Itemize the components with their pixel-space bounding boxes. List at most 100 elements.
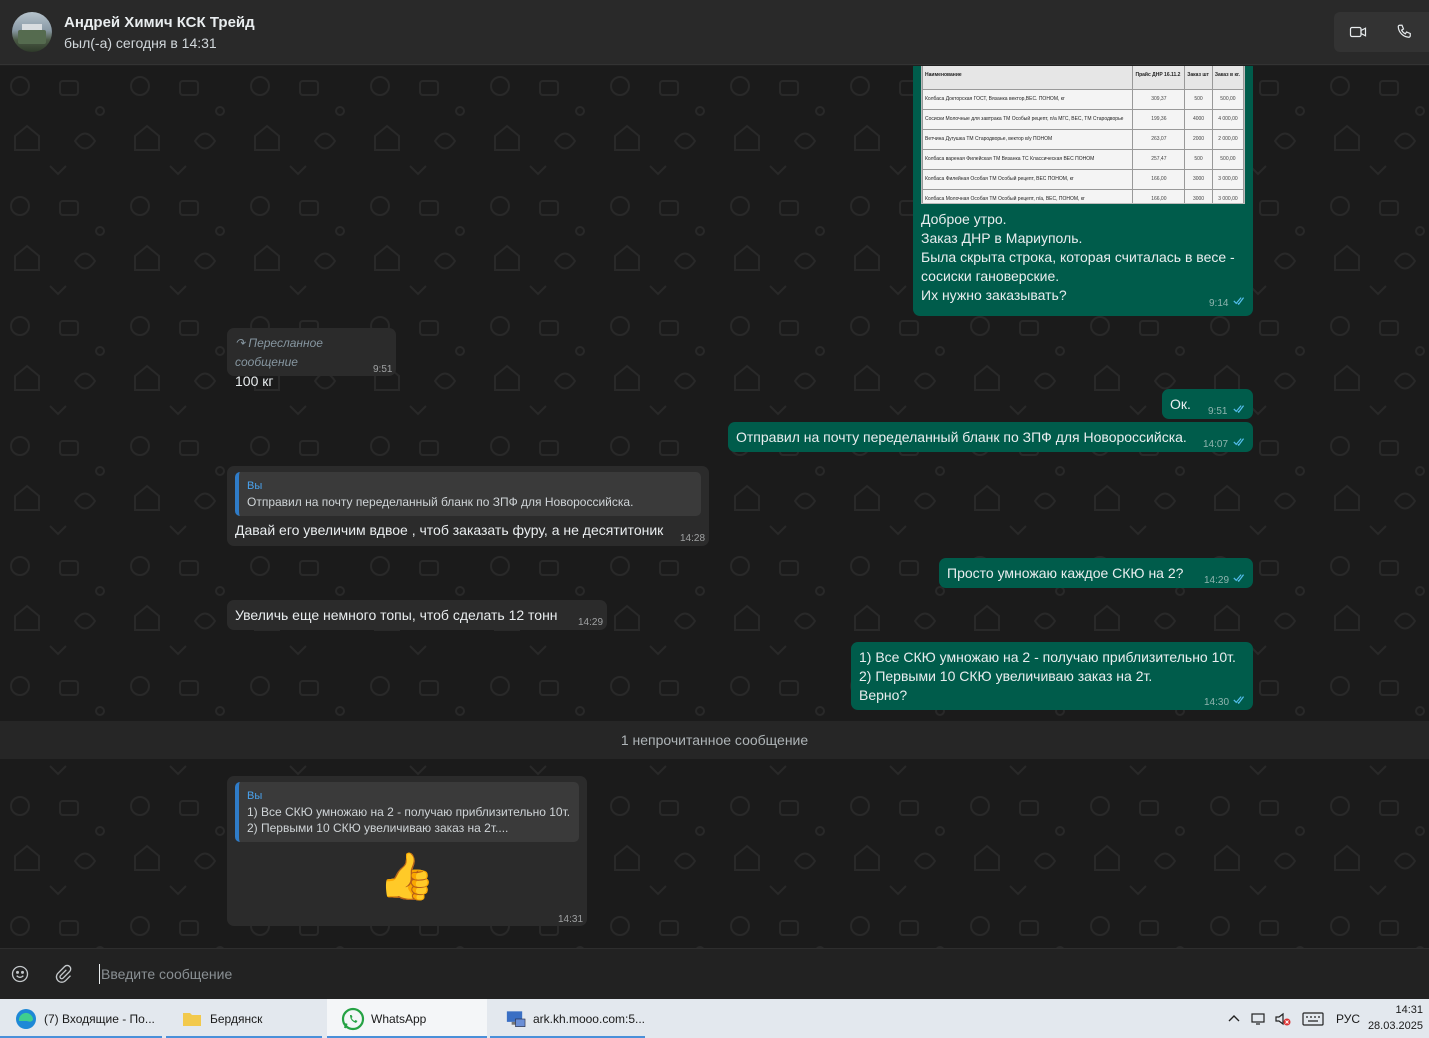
message-text: 100 кг <box>235 373 274 389</box>
taskbar-item-whatsapp[interactable]: WhatsApp <box>327 999 487 1038</box>
message-outgoing[interactable]: Наименование Прайс ДНР 16.11.2 Заказ шт … <box>913 66 1253 316</box>
message-line: 1) Все СКЮ умножаю на 2 - получаю прибли… <box>859 649 1236 665</box>
chevron-up-icon[interactable] <box>1226 1011 1242 1027</box>
speaker-muted-icon[interactable] <box>1274 1011 1292 1027</box>
message-outgoing[interactable]: Просто умножаю каждое СКЮ на 2? 14:29 <box>939 558 1253 588</box>
sheet-cell: Ветчина Дугушка ТМ Стародворье, вектор в… <box>922 129 1134 150</box>
sheet-header: Прайс ДНР 16.11.2 <box>1132 66 1186 90</box>
clock-time: 14:31 <box>1395 1004 1423 1016</box>
message-outgoing[interactable]: Ок. 9:51 <box>1162 389 1253 419</box>
keyboard-icon[interactable] <box>1302 1011 1324 1026</box>
sheet-cell: 166,00 <box>1132 169 1186 190</box>
whatsapp-icon <box>341 1007 365 1030</box>
taskbar-label: ark.kh.mooo.com:5... <box>532 1011 645 1026</box>
message-line: Была скрыта строка, которая считалась в … <box>921 249 1235 265</box>
chat-header: Андрей Химич КСК Трейд был(-а) сегодня в… <box>0 0 1429 65</box>
voice-call-button[interactable] <box>1381 12 1428 52</box>
taskbar-item-remote-desktop[interactable]: ark.kh.mooo.com:5... <box>490 999 645 1038</box>
sheet-cell: 309,37 <box>1132 89 1186 110</box>
quoted-message[interactable]: Вы 1) Все СКЮ умножаю на 2 - получаю при… <box>235 782 579 842</box>
forwarded-label: ↷ Пересланное сообщение <box>235 334 388 372</box>
double-check-icon <box>1233 438 1245 446</box>
sheet-cell: 500,00 <box>1211 89 1244 110</box>
message-composer: Введите сообщение <box>0 948 1429 999</box>
double-check-icon <box>1233 574 1245 582</box>
emoji-icon[interactable] <box>10 964 30 984</box>
folder-icon <box>183 1012 201 1026</box>
network-icon[interactable] <box>1250 1011 1268 1027</box>
sheet-row: Колбаса Молочная Особая ТМ Особый рецепт… <box>922 189 1244 203</box>
message-line: Заказ ДНР в Мариуполь. <box>921 230 1083 246</box>
message-outgoing[interactable]: Отправил на почту переделанный бланк по … <box>728 422 1253 452</box>
taskbar-label: WhatsApp <box>371 1011 427 1026</box>
double-check-icon <box>1233 696 1245 704</box>
sheet-row: Колбаса Докторская ГОСТ, Вязанка вектор,… <box>922 89 1244 110</box>
message-line: Верно? <box>859 687 908 703</box>
message-text: Отправил на почту переделанный бланк по … <box>736 429 1187 445</box>
sheet-row: Ветчина Дугушка ТМ Стародворье, вектор в… <box>922 129 1244 150</box>
windows-taskbar: (7) Входящие - По... Бердянск WhatsApp a… <box>0 999 1429 1038</box>
contact-avatar[interactable] <box>12 12 52 52</box>
taskbar-clock[interactable]: 14:31 28.03.2025 <box>1368 1002 1423 1034</box>
message-outgoing[interactable]: 1) Все СКЮ умножаю на 2 - получаю прибли… <box>851 642 1253 710</box>
message-incoming[interactable]: Вы 1) Все СКЮ умножаю на 2 - получаю при… <box>227 776 587 926</box>
sheet-cell: 199,36 <box>1132 109 1186 130</box>
sheet-row: Колбаса вареная Филейская ТМ Вязанка ТС … <box>922 149 1244 170</box>
message-time: 9:14 <box>1209 298 1229 309</box>
quote-author: Вы <box>247 480 263 492</box>
double-check-icon <box>1233 297 1245 305</box>
taskbar-item-folder[interactable]: Бердянск <box>166 999 322 1038</box>
sheet-cell: 3 000,00 <box>1211 189 1244 203</box>
language-indicator[interactable]: РУС <box>1336 1012 1360 1026</box>
sheet-cell: 257,47 <box>1132 149 1186 170</box>
forwarded-text: Пересланное сообщение <box>235 336 323 369</box>
sheet-cell: 2 000,00 <box>1211 129 1244 150</box>
message-incoming[interactable]: Увеличь еще немного топы, чтоб сделать 1… <box>227 600 607 630</box>
message-time: 14:07 <box>1203 439 1229 450</box>
quote-text: 2) Первыми 10 СКЮ увеличиваю заказ на 2т… <box>247 821 509 835</box>
double-check-icon <box>1233 405 1245 413</box>
sheet-cell: Колбаса вареная Филейская ТМ Вязанка ТС … <box>922 149 1134 170</box>
attach-paperclip-icon[interactable] <box>53 964 73 984</box>
sheet-cell: Сосиски Молочные для завтрака ТМ Особый … <box>922 109 1134 130</box>
sheet-cell: Колбаса Филейная Особая ТМ Особый рецепт… <box>922 169 1134 190</box>
sheet-cell: 500 <box>1184 149 1213 170</box>
sheet-cell: 4000 <box>1184 109 1213 130</box>
taskbar-item-edge[interactable]: (7) Входящие - По... <box>0 999 162 1038</box>
message-incoming[interactable]: Вы Отправил на почту переделанный бланк … <box>227 466 709 546</box>
sheet-cell: 3000 <box>1184 169 1213 190</box>
video-camera-icon <box>1349 26 1366 38</box>
thumbs-up-emoji: 👍 <box>378 850 436 902</box>
message-text: Давай его увеличим вдвое , чтоб заказать… <box>235 522 664 538</box>
quote-text: 1) Все СКЮ умножаю на 2 - получаю прибли… <box>247 805 571 819</box>
quote-author: Вы <box>247 790 263 802</box>
clock-date: 28.03.2025 <box>1367 1020 1423 1032</box>
spreadsheet-image[interactable]: Наименование Прайс ДНР 16.11.2 Заказ шт … <box>921 66 1245 204</box>
remote-desktop-icon <box>506 1010 526 1027</box>
quoted-message[interactable]: Вы Отправил на почту переделанный бланк … <box>235 472 701 516</box>
taskbar-label: Бердянск <box>210 1011 263 1026</box>
message-time: 9:51 <box>1208 406 1228 417</box>
sheet-cell: Колбаса Докторская ГОСТ, Вязанка вектор,… <box>922 89 1134 110</box>
message-text: Доброе утро. Заказ ДНР в Мариуполь. Была… <box>921 210 1241 305</box>
sheet-header: Заказ шт <box>1184 66 1213 90</box>
message-line: Их нужно заказывать? <box>921 287 1067 303</box>
message-time: 14:29 <box>578 617 604 628</box>
message-input[interactable]: Введите сообщение <box>99 964 232 984</box>
sheet-cell: 3 000,00 <box>1211 169 1244 190</box>
phone-icon <box>1397 24 1411 38</box>
message-text: Просто умножаю каждое СКЮ на 2? <box>947 565 1184 581</box>
message-incoming[interactable]: ↷ Пересланное сообщение 100 кг 9:51 <box>227 328 396 389</box>
video-call-button[interactable] <box>1334 12 1381 52</box>
message-time: 14:30 <box>1204 697 1230 708</box>
taskbar-label: (7) Входящие - По... <box>44 1011 155 1026</box>
sheet-row: Сосиски Молочные для завтрака ТМ Особый … <box>922 109 1244 130</box>
message-line: Доброе утро. <box>921 211 1007 227</box>
sheet-cell: 500 <box>1184 89 1213 110</box>
sheet-cell: 166,00 <box>1132 189 1186 203</box>
unread-divider: 1 непрочитанное сообщение <box>0 721 1429 759</box>
contact-name[interactable]: Андрей Химич КСК Трейд <box>64 14 255 31</box>
message-text: Увеличь еще немного топы, чтоб сделать 1… <box>235 607 558 623</box>
forward-arrow-icon: ↷ <box>235 336 249 350</box>
message-list[interactable]: Наименование Прайс ДНР 16.11.2 Заказ шт … <box>0 66 1429 948</box>
